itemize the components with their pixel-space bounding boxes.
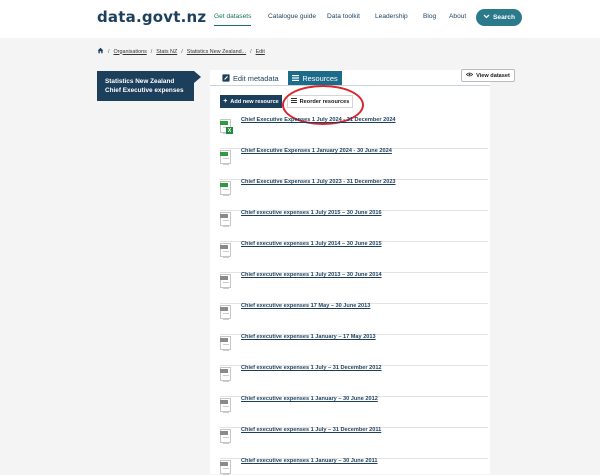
resource-link[interactable]: Chief executive expenses 1 January – 30 … [241,396,378,402]
file-icon [220,305,231,320]
edit-icon [222,73,230,84]
breadcrumb-separator: / [181,48,183,55]
nav-data-toolkit[interactable]: Data toolkit [327,13,360,20]
breadcrumb-separator: / [250,48,252,55]
file-icon [220,367,231,382]
csv-file-icon [220,150,231,165]
resource-link[interactable]: Chief Executive Expenses 1 July 2024 - 3… [241,117,396,123]
sidebar-dataset-title[interactable]: Statistics New Zealand Chief Executive e… [97,71,194,101]
resource-link[interactable]: Chief executive expenses 1 January – 17 … [241,334,376,340]
view-dataset-button[interactable]: View dataset [461,69,515,82]
chevron-down-icon [483,14,490,21]
add-new-resource-label: Add new resource [230,98,279,105]
resource-row[interactable]: Chief executive expenses 1 July – 31 Dec… [220,365,488,397]
add-new-resource-button[interactable]: + Add new resource [220,95,282,108]
resource-link[interactable]: Chief executive expenses 1 July – 31 Dec… [241,365,382,371]
breadcrumb-separator: / [150,48,153,55]
home-icon[interactable] [97,47,104,56]
file-icon [220,243,231,258]
nav-blog[interactable]: Blog [423,13,436,20]
resource-link[interactable]: Chief executive expenses 1 July 2015 – 3… [241,210,382,216]
resource-link[interactable]: Chief executive expenses 17 May – 30 Jun… [241,303,370,309]
resource-link[interactable]: Chief executive expenses 1 January – 30 … [241,458,378,464]
tab-resources-label: Resources [302,73,338,83]
nav-about[interactable]: About [449,13,466,20]
spreadsheet-file-icon: X [220,119,233,134]
nav-catalogue-guide[interactable]: Catalogue guide [268,13,316,20]
resource-row[interactable]: Chief executive expenses 17 May – 30 Jun… [220,303,488,335]
resource-link[interactable]: Chief Executive Expenses 1 January 2024 … [241,148,392,154]
file-icon [220,212,231,227]
resource-row[interactable]: Chief executive expenses 1 January – 30 … [220,458,488,475]
file-icon [220,460,231,475]
search-button-label: Search [493,14,515,21]
resource-row[interactable]: X Chief Executive Expenses 1 July 2024 -… [220,117,488,149]
tab-divider [210,85,490,86]
view-dataset-label: View dataset [476,72,510,79]
tab-edit-metadata-label: Edit metadata [233,74,279,83]
resource-row[interactable]: Chief Executive Expenses 1 July 2023 - 3… [220,179,488,211]
resource-row[interactable]: Chief executive expenses 1 July 2013 – 3… [220,272,488,304]
site-logo[interactable]: data.govt.nz [97,8,206,26]
nav-get-datasets[interactable]: Get datasets [214,13,252,26]
resource-row[interactable]: Chief executive expenses 1 July 2015 – 3… [220,210,488,242]
top-navigation-bar: data.govt.nz Get datasets Catalogue guid… [0,0,600,38]
breadcrumb-separator: / [108,48,110,55]
nav-leadership[interactable]: Leadership [375,13,408,20]
resource-row[interactable]: Chief executive expenses 1 January – 17 … [220,334,488,366]
breadcrumb-organisations[interactable]: Organisations [114,49,147,55]
breadcrumb-stats-nz[interactable]: Stats NZ [156,49,177,55]
csv-file-icon [220,181,231,196]
resource-link[interactable]: Chief executive expenses 1 July – 31 Dec… [241,427,381,433]
file-icon [220,336,231,351]
resource-link[interactable]: Chief Executive Expenses 1 July 2023 - 3… [241,179,396,185]
list-icon [292,74,300,83]
tab-resources[interactable]: Resources [288,71,342,85]
resource-row[interactable]: Chief executive expenses 1 July 2014 – 3… [220,241,488,273]
resource-link[interactable]: Chief executive expenses 1 July 2014 – 3… [241,241,382,247]
breadcrumb-edit[interactable]: Edit [256,49,265,55]
file-icon [220,398,231,413]
tab-edit-metadata[interactable]: Edit metadata [222,72,279,85]
eye-icon [465,72,474,79]
plus-icon: + [223,98,228,105]
resource-row[interactable]: Chief executive expenses 1 January – 30 … [220,396,488,428]
resource-row[interactable]: Chief executive expenses 1 July – 31 Dec… [220,427,488,459]
resource-row[interactable]: Chief Executive Expenses 1 January 2024 … [220,148,488,180]
resource-link[interactable]: Chief executive expenses 1 July 2013 – 3… [241,272,382,278]
file-icon [220,429,231,444]
breadcrumb-dataset[interactable]: Statistics New Zealand... [187,49,246,55]
breadcrumb: / Organisations / Stats NZ / Statistics … [97,47,265,56]
sidebar-pointer-arrow [194,71,201,83]
file-icon [220,274,231,289]
search-button[interactable]: Search [476,9,522,26]
